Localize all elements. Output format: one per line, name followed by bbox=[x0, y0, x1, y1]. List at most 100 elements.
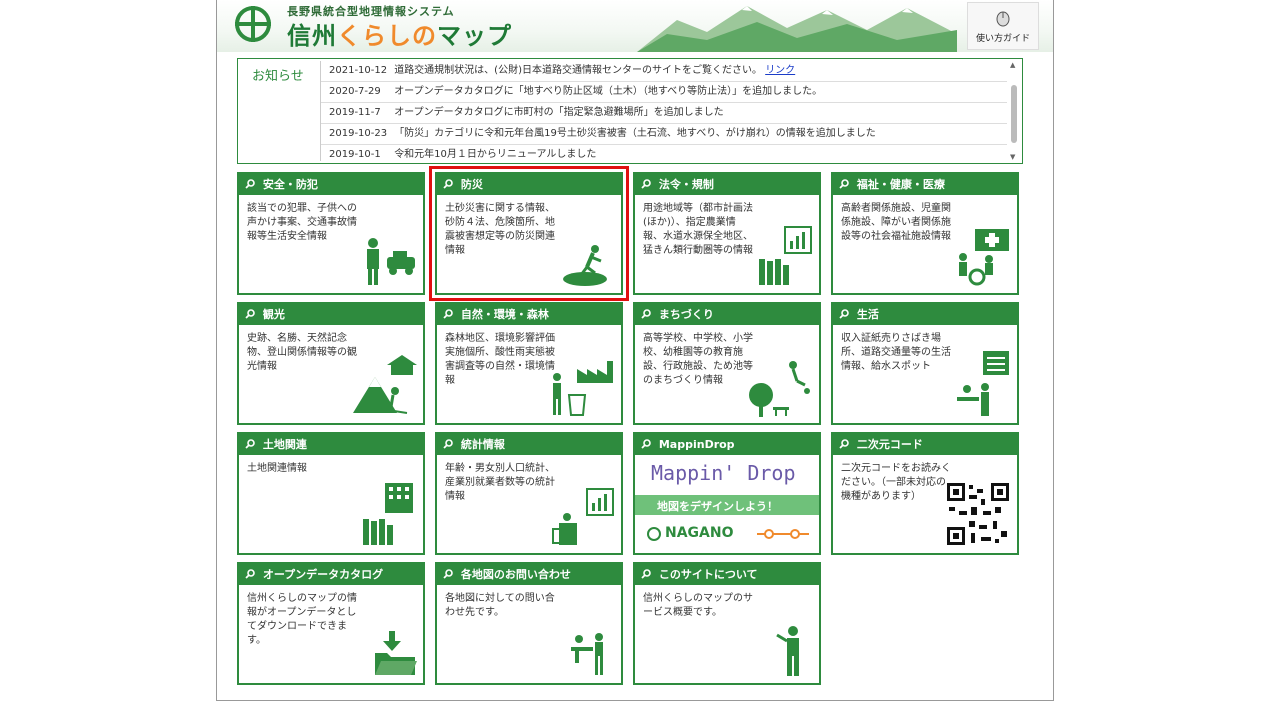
tile-header: 自然・環境・森林 bbox=[437, 304, 621, 325]
tile-header: 防災 bbox=[437, 174, 621, 195]
presenter-chart-icon bbox=[552, 488, 614, 545]
scroll-up-icon[interactable]: ▲ bbox=[1010, 61, 1015, 69]
scroll-thumb[interactable] bbox=[1011, 85, 1017, 143]
tile-title: MappinDrop bbox=[658, 438, 735, 451]
magnifier-icon bbox=[443, 569, 453, 579]
mountain-skier-icon bbox=[353, 355, 417, 414]
tile-header: 生活 bbox=[833, 304, 1017, 325]
tile-about-site[interactable]: このサイトについて 信州くらしのマップのサービス概要です。 bbox=[633, 562, 821, 685]
tile-description: 収入証紙売りさばき場所、道路交通量等の生活情報、給水スポット bbox=[841, 333, 951, 372]
tile-safety[interactable]: 安全・防犯 該当での犯罪、子供への声かけ事案、交通事故情報等生活安全情報 bbox=[237, 172, 425, 295]
tile-mappindrop[interactable]: MappinDrop Mappin' Drop 地図をデザインしよう！ NAGA… bbox=[633, 432, 821, 555]
site-title-kana: くらしの bbox=[337, 22, 437, 50]
site-title[interactable]: 信州くらしのマップ bbox=[287, 16, 512, 51]
tile-open-data-catalog[interactable]: オープンデータカタログ 信州くらしのマップの情報がオープンデータとしてダウンロー… bbox=[237, 562, 425, 685]
tile-description: 高齢者関係施設、児童関係施設、障がい者関係施設等の社会福祉施設情報 bbox=[841, 203, 951, 242]
news-text: 「防災」カテゴリに令和元年台風19号土砂災害被害（土石流、地すべり、がけ崩れ）の… bbox=[394, 128, 876, 139]
tile-header: 安全・防犯 bbox=[239, 174, 423, 195]
tile-welfare-health-medical[interactable]: 福祉・健康・医療 高齢者関係施設、児童関係施設、障がい者関係施設等の社会福祉施設… bbox=[831, 172, 1019, 295]
news-item: 2021-10-12 道路交通規制状況は、(公財)日本道路交通情報センターのサイ… bbox=[321, 61, 1007, 82]
tile-description: 信州くらしのマップのサービス概要です。 bbox=[643, 593, 753, 618]
magnifier-icon bbox=[641, 439, 651, 449]
tile-title: このサイトについて bbox=[658, 568, 758, 581]
news-date: 2019-11-7 bbox=[329, 107, 381, 118]
magnifier-icon bbox=[443, 179, 453, 189]
usage-guide-button[interactable]: 使い方ガイド bbox=[967, 2, 1039, 50]
magnifier-icon bbox=[245, 569, 255, 579]
tile-disaster-prevention[interactable]: 防災 土砂災害に関する情報、砂防４法、危険箇所、地震被害想定等の防災関連情報 bbox=[429, 166, 629, 301]
tile-header: 各地図のお問い合わせ bbox=[437, 564, 621, 585]
tile-header: このサイトについて bbox=[635, 564, 819, 585]
news-title: お知らせ bbox=[252, 69, 304, 84]
tile-description: 森林地区、環境影響評価実施個所、酸性雨実態被害調査等の自然・環境情報 bbox=[445, 333, 555, 386]
usage-guide-label: 使い方ガイド bbox=[975, 34, 1030, 44]
site-header: 長野県統合型地理情報システム 信州くらしのマップ 使い方ガイド bbox=[217, 0, 1053, 52]
tile-header: 福祉・健康・医療 bbox=[833, 174, 1017, 195]
mouse-icon bbox=[996, 11, 1010, 27]
tile-description: 信州くらしのマップの情報がオープンデータとしてダウンロードできます。 bbox=[247, 593, 357, 646]
tile-title: まちづくり bbox=[658, 308, 714, 321]
reception-desk-icon bbox=[571, 633, 603, 675]
news-date: 2019-10-23 bbox=[329, 128, 388, 139]
police-officer-icon bbox=[367, 238, 415, 285]
tile-description: 史跡、名勝、天然記念物、登山関係情報等の観光情報 bbox=[247, 333, 357, 372]
tile-header: まちづくり bbox=[635, 304, 819, 325]
news-text: 道路交通規制状況は、(公財)日本道路交通情報センターのサイトをご覧ください。 bbox=[394, 65, 762, 76]
tile-daily-life[interactable]: 生活 収入証紙売りさばき場所、道路交通量等の生活情報、給水スポット bbox=[831, 302, 1019, 425]
news-item: 2019-10-23 「防災」カテゴリに令和元年台風19号土砂災害被害（土石流、… bbox=[321, 124, 1007, 145]
tile-title: 法令・規制 bbox=[658, 178, 714, 191]
location-pin-icon bbox=[647, 527, 661, 541]
tile-statistics[interactable]: 統計情報 年齢・男女別人口統計、産業別就業者数等の統計情報 bbox=[435, 432, 623, 555]
folder-download-icon bbox=[375, 631, 417, 675]
route-line-icon bbox=[757, 529, 809, 539]
magnifier-icon bbox=[839, 179, 849, 189]
office-counter-icon bbox=[957, 351, 1009, 416]
news-item: 2019-10-1 令和元年10月１日からリニューアルしました bbox=[321, 145, 1007, 161]
news-text: 令和元年10月１日からリニューアルしました bbox=[394, 149, 597, 160]
tile-nature-environment-forest[interactable]: 自然・環境・森林 森林地区、環境影響評価実施個所、酸性雨実態被害調査等の自然・環… bbox=[435, 302, 623, 425]
tile-town-development[interactable]: まちづくり 高等学校、中学校、小学校、幼稚園等の教育施設、行政施設、ため池等のま… bbox=[633, 302, 821, 425]
tile-description: 年齢・男女別人口統計、産業別就業者数等の統計情報 bbox=[445, 463, 555, 502]
tile-description: 土砂災害に関する情報、砂防４法、危険箇所、地震被害想定等の防災関連情報 bbox=[445, 203, 555, 256]
tile-qr-code[interactable]: 二次元コード 二次元コードをお読みください。（一部未対応の機種があります） bbox=[831, 432, 1019, 555]
tile-land[interactable]: 土地関連 土地関連情報 bbox=[237, 432, 425, 555]
news-scrollbar[interactable]: ▲ ▼ bbox=[1008, 61, 1020, 161]
tile-header: MappinDrop bbox=[635, 434, 819, 455]
mappindrop-banner: Mappin' Drop 地図をデザインしよう！ NAGANO bbox=[635, 455, 819, 553]
magnifier-icon bbox=[641, 179, 651, 189]
tile-title: 自然・環境・森林 bbox=[460, 308, 549, 321]
tile-header: オープンデータカタログ bbox=[239, 564, 423, 585]
tile-header: 統計情報 bbox=[437, 434, 621, 455]
tile-title: 安全・防犯 bbox=[262, 178, 318, 191]
tile-description: 土地関連情報 bbox=[247, 463, 307, 474]
evacuation-icon bbox=[563, 245, 607, 286]
news-text: オープンデータカタログに「地すべり防止区域（土木）（地すべり等防止法）」を追加し… bbox=[394, 86, 823, 97]
tile-title: 統計情報 bbox=[460, 438, 505, 451]
person-pointing-icon bbox=[776, 626, 799, 676]
news-link[interactable]: リンク bbox=[765, 65, 795, 76]
magnifier-icon bbox=[443, 309, 453, 319]
magnifier-icon bbox=[245, 439, 255, 449]
news-date: 2021-10-12 bbox=[329, 65, 388, 76]
tile-map-inquiries[interactable]: 各地図のお問い合わせ 各地図に対しての問い合わせ先です。 bbox=[435, 562, 623, 685]
news-item: 2019-11-7 オープンデータカタログに市町村の「指定緊急避難場所」を追加し… bbox=[321, 103, 1007, 124]
news-text: オープンデータカタログに市町村の「指定緊急避難場所」を追加しました bbox=[394, 107, 724, 118]
tile-title: 各地図のお問い合わせ bbox=[460, 568, 571, 581]
building-books-icon bbox=[363, 483, 413, 545]
main-frame: 長野県統合型地理情報システム 信州くらしのマップ 使い方ガイド お知らせ 202… bbox=[216, 0, 1054, 701]
logo-icon bbox=[235, 6, 271, 42]
mappindrop-place: NAGANO bbox=[665, 525, 734, 541]
site-title-suffix: マップ bbox=[437, 22, 512, 50]
tile-description: 二次元コードをお読みください。（一部未対応の機種があります） bbox=[841, 463, 951, 502]
tile-header: 法令・規制 bbox=[635, 174, 819, 195]
tile-tourism[interactable]: 観光 史跡、名勝、天然記念物、登山関係情報等の観光情報 bbox=[237, 302, 425, 425]
tile-title: オープンデータカタログ bbox=[262, 568, 384, 581]
scroll-down-icon[interactable]: ▼ bbox=[1010, 153, 1015, 161]
tile-laws-regulations[interactable]: 法令・規制 用途地域等（都市計画法(ほか)）、指定農業情報、水道水源保全地区、猛… bbox=[633, 172, 821, 295]
magnifier-icon bbox=[641, 569, 651, 579]
park-soccer-icon bbox=[749, 361, 810, 417]
hospital-wheelchair-icon bbox=[959, 229, 1009, 286]
tile-title: 観光 bbox=[262, 308, 285, 321]
books-chart-icon bbox=[759, 226, 812, 285]
tile-title: 防災 bbox=[460, 178, 483, 191]
